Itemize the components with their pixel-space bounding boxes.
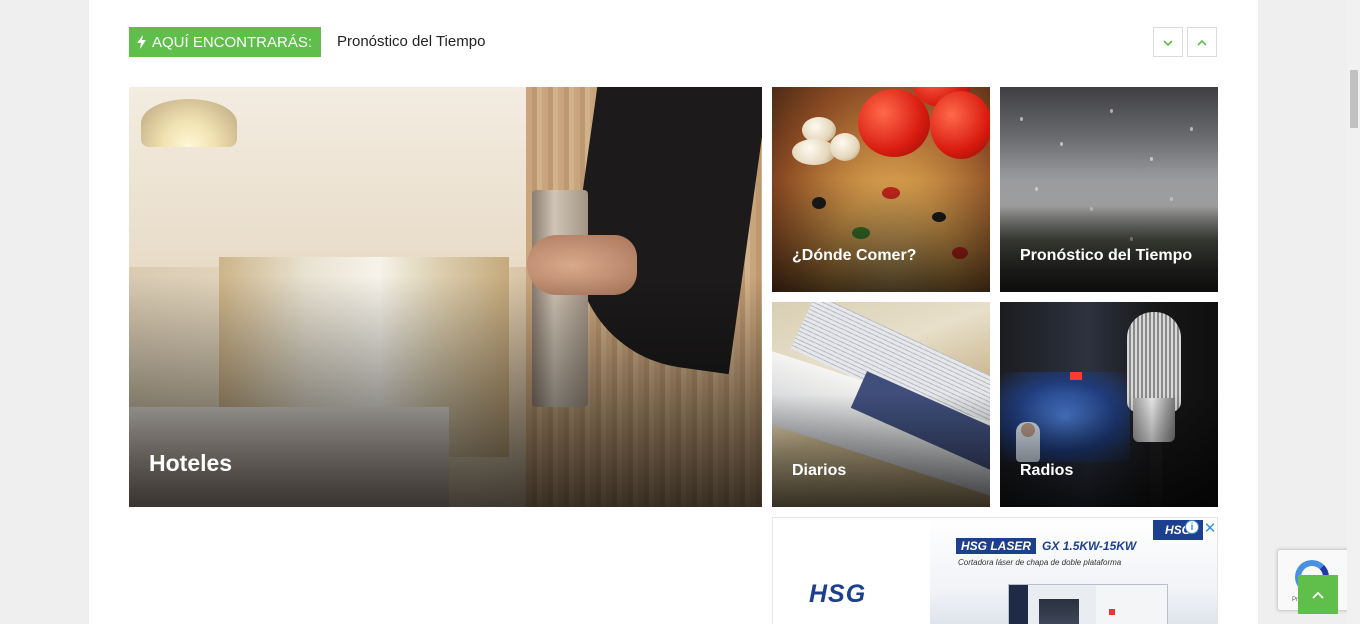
tile-donde-comer[interactable]: ¿Dónde Comer? bbox=[772, 87, 990, 292]
tile-hoteles[interactable]: Hoteles bbox=[129, 87, 762, 507]
tile-diarios[interactable]: Diarios bbox=[772, 302, 990, 507]
ad-brand-logo: HSG bbox=[809, 580, 867, 608]
scrollbar-thumb[interactable] bbox=[1350, 70, 1358, 128]
chevron-up-icon bbox=[1312, 586, 1324, 604]
ad-tag: HSG LASER bbox=[956, 538, 1037, 554]
ticker-label-text: AQUÍ ENCONTRARÁS: bbox=[152, 33, 313, 51]
ad-headline: HSG LASER GX 1.5KW-15KW bbox=[956, 538, 1136, 554]
advertisement[interactable]: HSG HSG i ✕ HSG LASER GX 1.5KW-15KW Cort… bbox=[772, 517, 1218, 624]
content-area: AQUÍ ENCONTRARÁS: Pronóstico del Tiempo … bbox=[89, 0, 1258, 624]
machine-image bbox=[1008, 584, 1168, 624]
tile-title: Radios bbox=[1020, 462, 1074, 479]
chevron-down-icon bbox=[1163, 33, 1173, 51]
tile-pronostico[interactable]: Pronóstico del Tiempo bbox=[1000, 87, 1218, 292]
ticker-prev-button[interactable] bbox=[1153, 27, 1183, 57]
ticker-label: AQUÍ ENCONTRARÁS: bbox=[129, 27, 322, 57]
weather-image bbox=[1020, 117, 1023, 121]
bolt-icon bbox=[137, 35, 146, 49]
tile-title: ¿Dónde Comer? bbox=[792, 247, 917, 264]
close-icon[interactable]: ✕ bbox=[1201, 519, 1217, 537]
ad-model: GX 1.5KW-15KW bbox=[1042, 539, 1137, 553]
ticker-headline-link[interactable]: Pronóstico del Tiempo bbox=[337, 33, 485, 50]
ad-subtitle: Cortadora láser de chapa de doble plataf… bbox=[958, 558, 1122, 567]
tile-title: Pronóstico del Tiempo bbox=[1020, 247, 1193, 264]
ticker-next-button[interactable] bbox=[1187, 27, 1217, 57]
info-icon[interactable]: i bbox=[1185, 520, 1199, 534]
scroll-top-button[interactable] bbox=[1298, 575, 1338, 614]
tile-title: Diarios bbox=[792, 462, 847, 479]
chevron-up-icon bbox=[1197, 33, 1207, 51]
scrollbar[interactable] bbox=[1347, 0, 1360, 624]
tile-title: Hoteles bbox=[149, 450, 233, 476]
ad-banner[interactable]: HSG i ✕ HSG LASER GX 1.5KW-15KW Cortador… bbox=[930, 518, 1217, 624]
tile-radios[interactable]: Radios bbox=[1000, 302, 1218, 507]
